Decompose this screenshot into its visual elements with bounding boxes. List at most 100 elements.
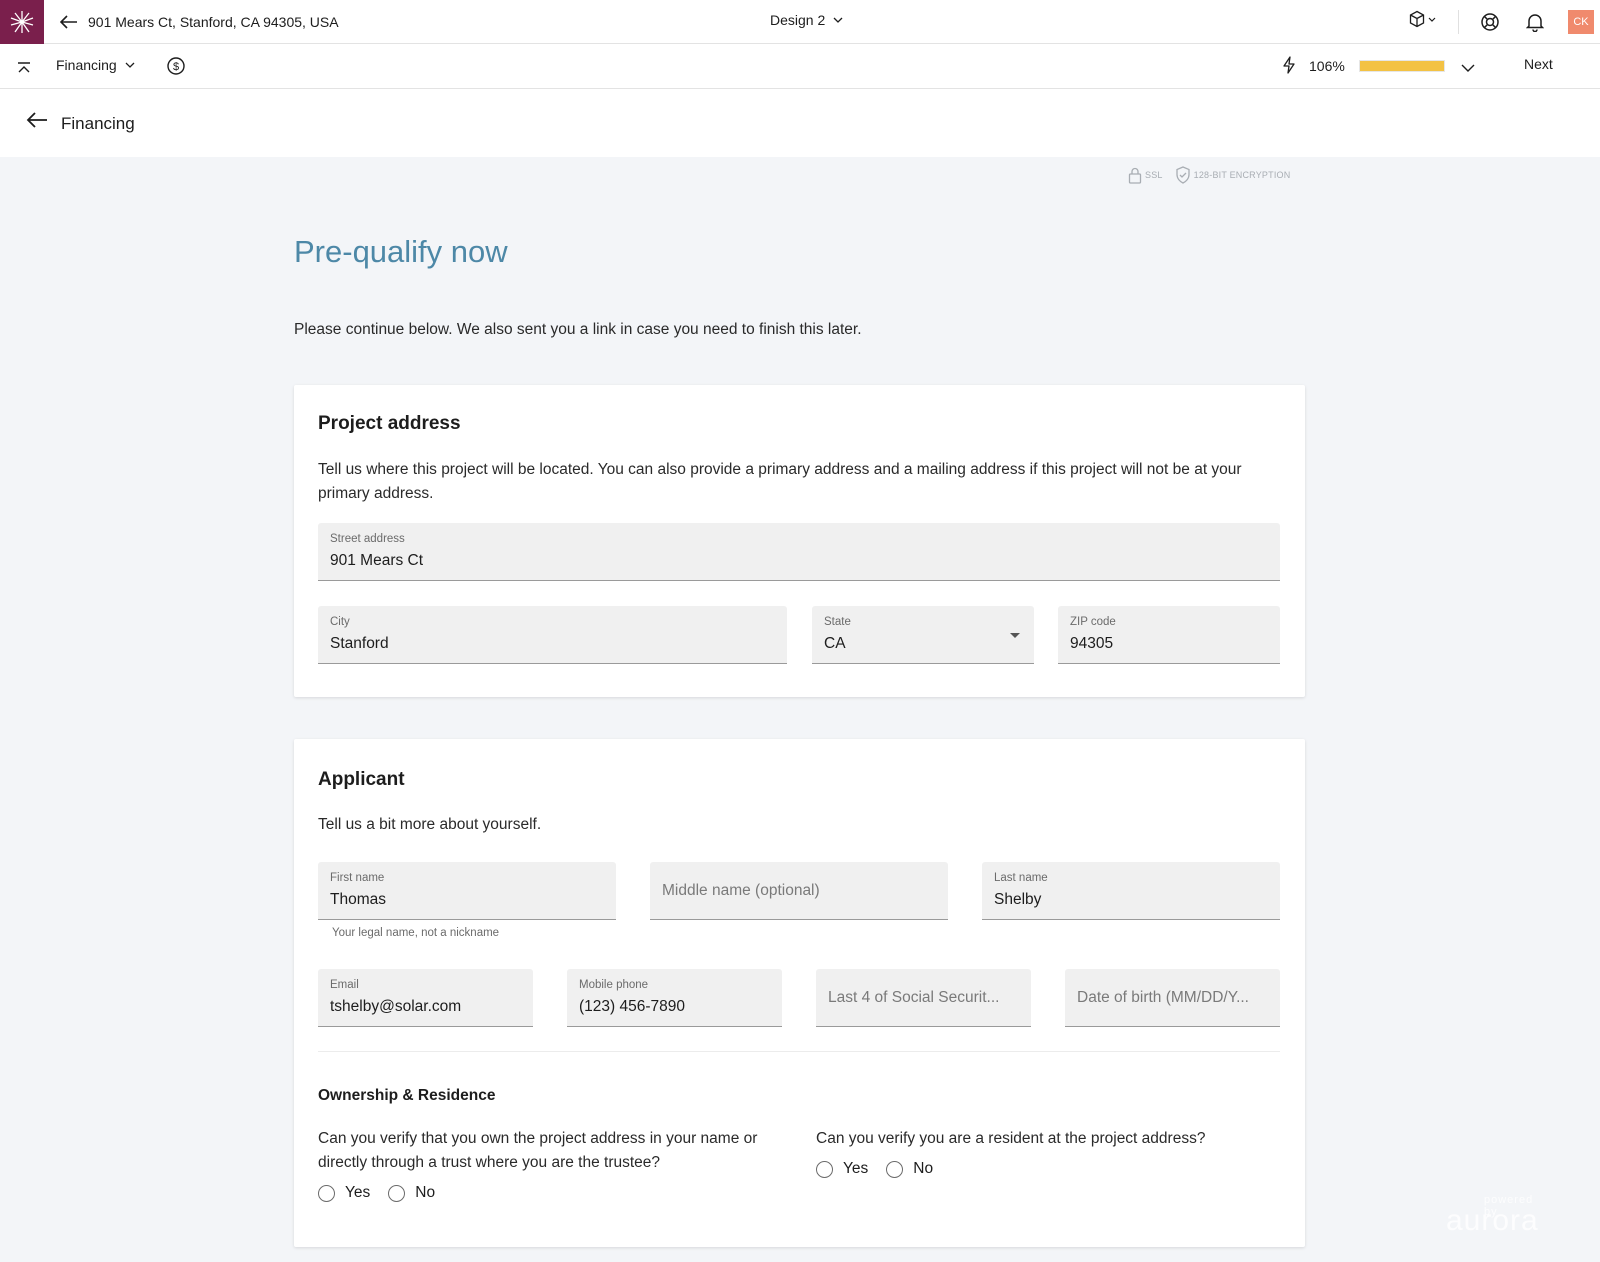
ownership-question: Can you verify that you own the project … — [318, 1130, 758, 1171]
state-value: CA — [824, 635, 846, 652]
project-address-card: Project address Tell us where this proje… — [294, 385, 1305, 697]
street-address-field[interactable]: Street address 901 Mears Ct — [318, 523, 1280, 581]
first-name-helper: Your legal name, not a nickname — [332, 927, 500, 939]
ownership-no-radio[interactable]: No — [388, 1184, 435, 1202]
city-label: City — [330, 616, 350, 628]
user-avatar[interactable]: CK — [1568, 10, 1594, 34]
ssn-last4-placeholder: Last 4 of Social Securit... — [828, 989, 1000, 1006]
form-title: Pre-qualify now — [294, 234, 508, 269]
page-title: Financing — [61, 114, 135, 133]
ssn-last4-field[interactable]: Last 4 of Social Securit... — [816, 969, 1031, 1027]
svg-text:$: $ — [173, 61, 179, 73]
powered-by-watermark: powered by aurora — [1446, 1194, 1539, 1238]
energy-offset-bar-fill — [1360, 61, 1444, 71]
sunburst-icon — [10, 10, 34, 33]
city-field[interactable]: City Stanford — [318, 606, 787, 664]
middle-name-field[interactable]: Middle name (optional) — [650, 862, 948, 920]
collapse-button[interactable] — [12, 56, 36, 80]
zip-code-value: 94305 — [1070, 635, 1114, 652]
residence-yes-label: Yes — [843, 1160, 869, 1177]
form-intro: Please continue below. We also sent you … — [294, 321, 862, 338]
app-logo[interactable] — [0, 0, 44, 44]
dollar-circle-icon: $ — [167, 57, 185, 75]
dropdown-caret-icon — [1010, 633, 1020, 638]
city-value: Stanford — [330, 635, 389, 652]
last-name-field[interactable]: Last name Shelby — [982, 862, 1280, 920]
state-select[interactable]: State CA — [812, 606, 1034, 664]
radio-circle-icon — [388, 1184, 406, 1202]
email-value: tshelby@solar.com — [330, 998, 462, 1015]
lock-icon — [1128, 167, 1142, 184]
date-of-birth-field[interactable]: Date of birth (MM/DD/Y... — [1065, 969, 1280, 1027]
mobile-phone-field[interactable]: Mobile phone (123) 456-7890 — [567, 969, 782, 1027]
chevron-down-icon — [1461, 64, 1475, 72]
state-label: State — [824, 616, 851, 628]
bell-icon — [1526, 14, 1544, 32]
security-badges: SSL 128-BIT ENCRYPTION — [1128, 166, 1298, 184]
residence-yes-radio[interactable]: Yes — [816, 1160, 868, 1178]
zip-code-label: ZIP code — [1070, 616, 1116, 628]
residence-no-label: No — [913, 1160, 934, 1177]
powered-by-text: powered by — [1484, 1194, 1534, 1218]
radio-circle-icon — [816, 1160, 833, 1178]
date-of-birth-placeholder: Date of birth (MM/DD/Y... — [1077, 989, 1249, 1006]
design-label: Design 2 — [770, 12, 826, 28]
ownership-yes-radio[interactable]: Yes — [318, 1184, 370, 1202]
help-button[interactable] — [1478, 10, 1502, 34]
street-address-value: 901 Mears Ct — [330, 552, 424, 569]
applicant-description: Tell us a bit more about yourself. — [318, 816, 542, 833]
radio-circle-icon — [886, 1160, 904, 1178]
first-name-label: First name — [330, 872, 385, 884]
first-name-field[interactable]: First name Thomas — [318, 862, 616, 920]
project-address-heading: Project address — [318, 413, 461, 434]
chevron-down-icon — [1428, 17, 1436, 22]
residence-no-radio[interactable]: No — [886, 1160, 933, 1178]
residence-question: Can you verify you are a resident at the… — [816, 1130, 1206, 1147]
next-button[interactable]: Next — [1524, 56, 1553, 72]
notifications-button[interactable] — [1523, 10, 1547, 34]
applicant-heading: Applicant — [318, 769, 405, 790]
ownership-yes-label: Yes — [345, 1184, 371, 1201]
last-name-value: Shelby — [994, 891, 1042, 908]
email-label: Email — [330, 979, 359, 991]
cube-icon — [1409, 10, 1425, 28]
toolbar-divider — [1458, 10, 1459, 34]
pricing-button[interactable]: $ — [164, 54, 188, 78]
zip-code-field[interactable]: ZIP code 94305 — [1058, 606, 1280, 664]
lifebuoy-icon — [1481, 13, 1499, 31]
ssl-label: SSL — [1145, 170, 1163, 180]
chevron-down-icon — [833, 17, 843, 23]
residence-radio-group: Yes No — [816, 1160, 933, 1178]
project-address-description: Tell us where this project will be locat… — [318, 461, 1242, 502]
energy-offset-bar — [1359, 60, 1445, 72]
ownership-no-label: No — [415, 1184, 436, 1201]
section-selector-label: Financing — [56, 57, 117, 73]
back-arrow-icon[interactable] — [60, 12, 80, 32]
mobile-phone-value: (123) 456-7890 — [579, 998, 685, 1015]
street-address-label: Street address — [330, 533, 405, 545]
shield-check-icon — [1175, 166, 1190, 184]
project-address-title: 901 Mears Ct, Stanford, CA 94305, USA — [88, 13, 339, 30]
arrow-left-icon — [26, 112, 47, 128]
collapse-up-icon — [18, 62, 30, 73]
workflow-bar: Financing $ 106% Next — [0, 44, 1600, 89]
design-selector[interactable]: Design 2 — [770, 12, 843, 28]
applicant-card: Applicant Tell us a bit more about yours… — [294, 739, 1305, 1247]
energy-offset-icon — [1282, 56, 1296, 79]
email-field[interactable]: Email tshelby@solar.com — [318, 969, 533, 1027]
chevron-down-icon — [125, 62, 135, 68]
back-button[interactable] — [26, 111, 48, 134]
mobile-phone-label: Mobile phone — [579, 979, 649, 991]
last-name-label: Last name — [994, 872, 1048, 884]
section-selector[interactable]: Financing — [56, 57, 135, 73]
section-divider — [318, 1051, 1280, 1052]
ownership-residence-title: Ownership & Residence — [318, 1087, 496, 1104]
ownership-radio-group: Yes No — [318, 1184, 435, 1202]
energy-offset-percent: 106% — [1309, 58, 1345, 74]
radio-circle-icon — [318, 1184, 335, 1202]
offset-details-toggle[interactable] — [1456, 56, 1480, 80]
3d-view-button[interactable] — [1408, 10, 1436, 28]
page-header: Financing — [0, 89, 1600, 157]
middle-name-placeholder: Middle name (optional) — [662, 882, 820, 899]
first-name-value: Thomas — [330, 891, 386, 908]
